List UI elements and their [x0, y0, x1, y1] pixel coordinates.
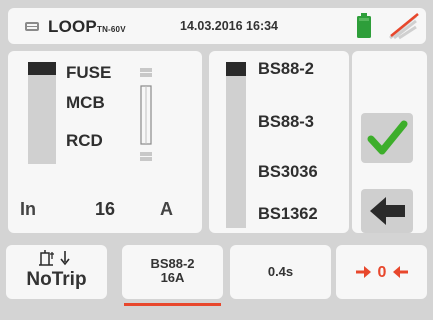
tab-standard-current[interactable]: BS88-2 16A [122, 245, 223, 299]
title-main: LOOP [48, 17, 97, 36]
option-mcb[interactable]: MCB [66, 93, 105, 113]
zero-calibration-icon: 0 [356, 264, 408, 281]
option-bs1362[interactable]: BS1362 [258, 205, 318, 224]
nominal-current-value[interactable]: 16 [95, 199, 115, 220]
nominal-current-label: In [20, 199, 36, 219]
notrip-label: NoTrip [26, 269, 87, 290]
arrow-left-icon [370, 197, 405, 225]
tab-notrip[interactable]: NoTrip [6, 245, 107, 299]
option-bs88-2[interactable]: BS88-2 [258, 60, 314, 79]
standard-selector-marker [226, 62, 246, 76]
confirm-button[interactable] [361, 113, 413, 163]
zero-label: 0 [378, 264, 387, 281]
checkmark-icon [367, 120, 408, 155]
active-tab-indicator [124, 303, 221, 306]
option-rcd[interactable]: RCD [66, 131, 103, 151]
tab-standard-line1: BS88-2 [150, 256, 195, 271]
status-bar: LOOPTN-60V 14.03.2016 16:34 [8, 8, 426, 44]
datetime: 14.03.2016 16:34 [180, 19, 279, 33]
option-fuse[interactable]: FUSE [66, 63, 111, 83]
tab-standard-text: BS88-2 16A [122, 257, 223, 285]
option-bs3036[interactable]: BS3036 [258, 163, 318, 182]
battery-icon [357, 13, 371, 38]
time-label: 0.4s [267, 264, 294, 279]
loop-test-screen: LOOPTN-60V 14.03.2016 16:34 FUSE MCB RCD [0, 0, 433, 320]
device-type-selector-track[interactable] [28, 62, 56, 164]
standard-selector-track[interactable] [226, 62, 246, 228]
home-icon[interactable] [24, 18, 40, 32]
title-sub: TN-60V [96, 25, 126, 34]
standard-panel: BS88-2 BS88-3 BS3036 BS1362 [209, 51, 349, 233]
signal-off-icon [389, 13, 419, 40]
option-bs88-3[interactable]: BS88-3 [258, 113, 314, 132]
tab-time[interactable]: 0.4s [230, 245, 331, 299]
side-button-column [352, 51, 427, 233]
tab-standard-line2: 16A [160, 270, 185, 285]
back-button[interactable] [361, 189, 413, 233]
tab-zero-calibration[interactable]: 0 [336, 245, 427, 299]
fuse-icon [140, 68, 152, 161]
device-type-selector-marker [28, 62, 56, 75]
screen-title: LOOPTN-60V [48, 17, 126, 37]
notrip-icon [39, 250, 70, 266]
nominal-current-unit: A [160, 199, 173, 219]
device-type-panel: FUSE MCB RCD In 16 A [8, 51, 202, 233]
